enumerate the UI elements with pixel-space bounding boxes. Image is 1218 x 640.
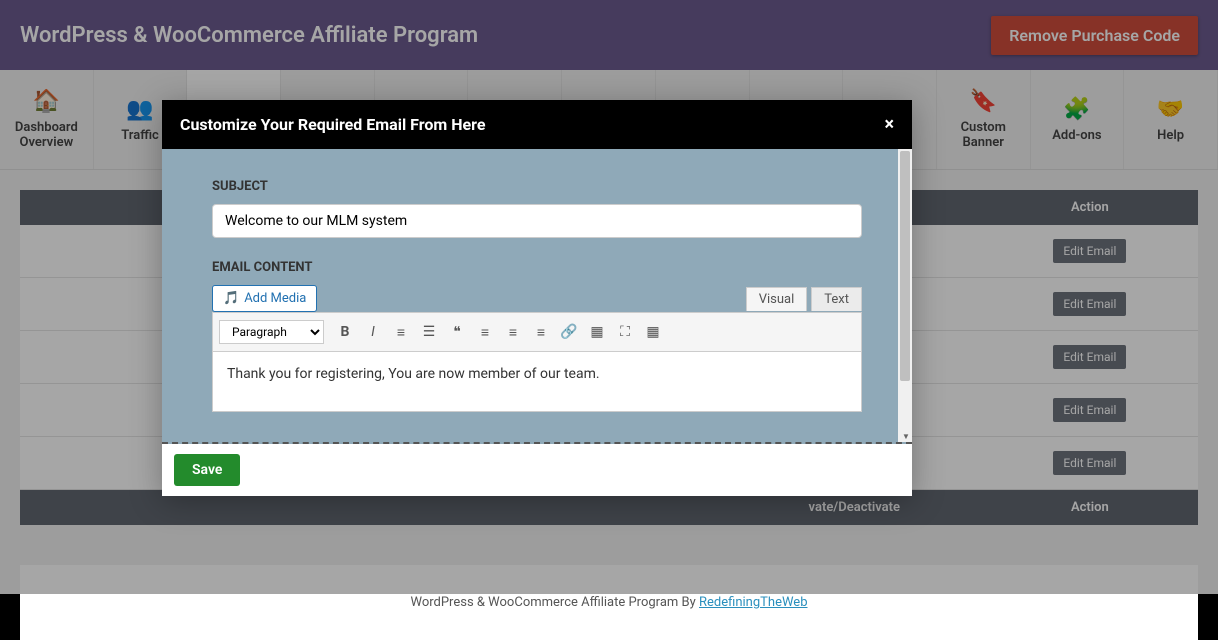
toolbar-toggle-icon[interactable]: ▦ [640,319,666,345]
scrollbar[interactable]: ▲ ▼ [898,149,912,442]
number-list-icon[interactable]: ☰ [416,319,442,345]
modal-title: Customize Your Required Email From Here [180,115,486,134]
scroll-thumb[interactable] [900,151,910,381]
fullscreen-icon[interactable]: ⛶ [612,319,638,345]
save-button[interactable]: Save [174,454,240,486]
tab-visual[interactable]: Visual [746,287,808,311]
italic-icon[interactable]: I [360,319,386,345]
align-center-icon[interactable]: ≡ [500,319,526,345]
scroll-down-icon[interactable]: ▼ [902,432,910,441]
subject-input[interactable] [212,204,862,238]
footer-link[interactable]: RedefiningTheWeb [699,595,808,610]
align-right-icon[interactable]: ≡ [528,319,554,345]
readmore-icon[interactable]: ▦ [584,319,610,345]
bold-icon[interactable]: B [332,319,358,345]
bullet-list-icon[interactable]: ≡ [388,319,414,345]
modal-header: Customize Your Required Email From Here … [162,100,912,149]
link-icon[interactable]: 🔗 [556,319,582,345]
close-icon[interactable]: × [884,114,894,135]
tab-text[interactable]: Text [811,287,862,311]
customize-email-modal: Customize Your Required Email From Here … [162,100,912,496]
paragraph-select[interactable]: Paragraph [219,320,324,344]
add-media-button[interactable]: 🎵Add Media [212,285,317,312]
quote-icon[interactable]: ❝ [444,319,470,345]
subject-label: SUBJECT [212,179,862,194]
editor-toolbar: Paragraph B I ≡ ☰ ❝ ≡ ≡ ≡ 🔗 ▦ ⛶ ▦ [212,312,862,352]
align-left-icon[interactable]: ≡ [472,319,498,345]
editor-content[interactable]: Thank you for registering, You are now m… [212,352,862,412]
media-icon: 🎵 [223,291,239,306]
content-label: EMAIL CONTENT [212,260,862,275]
